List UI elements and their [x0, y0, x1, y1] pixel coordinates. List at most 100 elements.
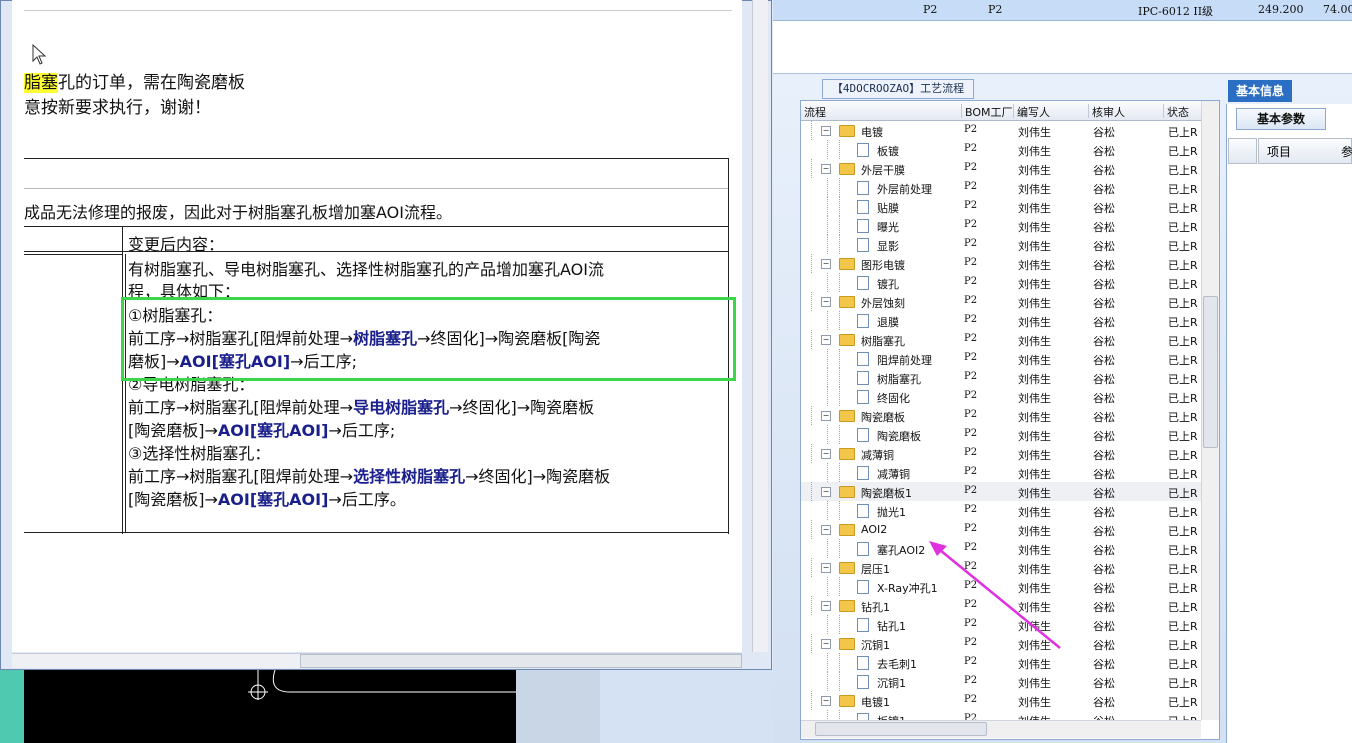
collapse-icon[interactable]: − — [821, 563, 831, 573]
tree-row[interactable]: − 外层干膜 P2 刘伟生 谷松 已上R — [801, 159, 1201, 178]
tree-row-reviewer: 谷松 — [1093, 164, 1115, 177]
tree-row-bom: P2 — [964, 428, 978, 439]
tree-row[interactable]: 镀孔 P2 刘伟生 谷松 已上R — [801, 273, 1201, 292]
tree-row[interactable]: 曝光 P2 刘伟生 谷松 已上R — [801, 216, 1201, 235]
header-writer[interactable]: 编写人 — [1013, 104, 1050, 119]
tree-row[interactable]: 沉铜1 P2 刘伟生 谷松 已上R — [801, 672, 1201, 691]
tree-row[interactable]: − 树脂塞孔 P2 刘伟生 谷松 已上R — [801, 330, 1201, 349]
tree-row[interactable]: 退膜 P2 刘伟生 谷松 已上R — [801, 311, 1201, 330]
order-grid-row[interactable]: P2 P2 IPC-6012 II级 249.200 74.00 — [773, 0, 1352, 21]
tree-row-reviewer: 谷松 — [1093, 449, 1115, 462]
tree-row-writer: 刘伟生 — [1018, 373, 1051, 386]
tree-row-reviewer: 谷松 — [1093, 563, 1115, 576]
tree-row[interactable]: 陶瓷磨板 P2 刘伟生 谷松 已上R — [801, 425, 1201, 444]
doc-section-2-line-1: 前工序→树脂塞孔[阻焊前处理→导电树脂塞孔→终固化]→陶瓷磨板 — [128, 398, 595, 417]
document-icon — [857, 580, 869, 594]
tree-row[interactable]: − 外层蚀刻 P2 刘伟生 谷松 已上R — [801, 292, 1201, 311]
header-reviewer[interactable]: 核审人 — [1088, 104, 1125, 119]
collapse-icon[interactable]: − — [821, 259, 831, 269]
tree-row-bom: P2 — [964, 219, 978, 230]
collapse-icon[interactable]: − — [821, 164, 831, 174]
tree-row-name: 钻孔1 — [861, 601, 890, 614]
tree-row[interactable]: 树脂塞孔 P2 刘伟生 谷松 已上R — [801, 368, 1201, 387]
tree-row[interactable]: 减薄铜 P2 刘伟生 谷松 已上R — [801, 463, 1201, 482]
collapse-icon[interactable]: − — [821, 335, 831, 345]
tree-row-name: 陶瓷磨板1 — [861, 487, 912, 500]
document-icon — [857, 542, 869, 556]
header-item[interactable]: 项目 参 — [1258, 138, 1352, 164]
tree-row-writer: 刘伟生 — [1018, 696, 1051, 709]
tree-row-writer: 刘伟生 — [1018, 297, 1051, 310]
tree-row[interactable]: − 电镀 P2 刘伟生 谷松 已上R — [801, 121, 1201, 140]
tree-row[interactable]: − AOI2 P2 刘伟生 谷松 已上R — [801, 520, 1201, 539]
tree-row-status: 已上R — [1168, 297, 1198, 310]
collapse-icon[interactable]: − — [821, 126, 831, 136]
tree-row[interactable]: 抛光1 P2 刘伟生 谷松 已上R — [801, 501, 1201, 520]
basic-params-tab[interactable]: 基本参数 — [1236, 108, 1326, 130]
tree-row-status: 已上R — [1168, 430, 1198, 443]
tree-row[interactable]: − 减薄铜 P2 刘伟生 谷松 已上R — [801, 444, 1201, 463]
tree-row-status: 已上R — [1168, 259, 1198, 272]
tree-row[interactable]: 阻焊前处理 P2 刘伟生 谷松 已上R — [801, 349, 1201, 368]
header-bom[interactable]: BOM工厂 — [961, 104, 1013, 119]
grid-cell-spec: IPC-6012 II级 — [1138, 5, 1214, 18]
tree-row-reviewer: 谷松 — [1093, 411, 1115, 424]
tree-row-status: 已上R — [1168, 563, 1198, 576]
collapse-icon[interactable]: − — [821, 449, 831, 459]
tree-row-name: 抛光1 — [877, 506, 906, 519]
tree-row[interactable]: − 电镀1 P2 刘伟生 谷松 已上R — [801, 691, 1201, 710]
tree-row-status: 已上R — [1168, 126, 1198, 139]
tree-vertical-scroll-thumb[interactable] — [1203, 296, 1218, 448]
document-icon — [857, 238, 869, 252]
tree-row[interactable]: 终固化 P2 刘伟生 谷松 已上R — [801, 387, 1201, 406]
collapse-icon[interactable]: − — [821, 525, 831, 535]
tree-row-status: 已上R — [1168, 354, 1198, 367]
collapse-icon[interactable]: − — [821, 696, 831, 706]
collapse-icon[interactable]: − — [821, 639, 831, 649]
collapse-icon[interactable]: − — [821, 601, 831, 611]
tree-row-status: 已上R — [1168, 544, 1198, 557]
tree-row[interactable]: − 陶瓷磨板 P2 刘伟生 谷松 已上R — [801, 406, 1201, 425]
document-icon — [857, 656, 869, 670]
document-horizontal-scroll-thumb[interactable] — [300, 654, 742, 668]
tree-row[interactable]: − 图形电镀 P2 刘伟生 谷松 已上R — [801, 254, 1201, 273]
tree-row-bom: P2 — [964, 447, 978, 458]
folder-icon — [839, 638, 855, 650]
tree-row-reviewer: 谷松 — [1093, 335, 1115, 348]
process-flow-tab[interactable]: 【4DOCROOZAO】工艺流程 — [822, 79, 974, 99]
tree-row-status: 已上R — [1168, 620, 1198, 633]
document-vertical-scrollbar[interactable] — [752, 0, 768, 652]
cad-viewport[interactable] — [0, 670, 516, 743]
tree-row[interactable]: 外层前处理 P2 刘伟生 谷松 已上R — [801, 178, 1201, 197]
collapse-icon[interactable]: − — [821, 411, 831, 421]
doc-section-2-line-2: [陶瓷磨板]→AOI[塞孔AOI]→后工序; — [128, 421, 396, 440]
tree-row-bom: P2 — [964, 200, 978, 211]
collapse-icon[interactable]: − — [821, 297, 831, 307]
header-flow[interactable]: 流程 — [801, 104, 826, 119]
tree-row[interactable]: 去毛刺1 P2 刘伟生 谷松 已上R — [801, 653, 1201, 672]
header-item-label: 项目 — [1267, 145, 1292, 159]
document-icon — [857, 352, 869, 366]
tree-row-writer: 刘伟生 — [1018, 164, 1051, 177]
collapse-icon[interactable]: − — [821, 487, 831, 497]
tree-row-reviewer: 谷松 — [1093, 658, 1115, 671]
tree-row-bom: P2 — [964, 333, 978, 344]
tree-row-bom: P2 — [964, 314, 978, 325]
tree-row[interactable]: 显影 P2 刘伟生 谷松 已上R — [801, 235, 1201, 254]
tree-row-writer: 刘伟生 — [1018, 468, 1051, 481]
tree-horizontal-scroll-thumb[interactable] — [815, 722, 987, 736]
tree-row[interactable]: 贴膜 P2 刘伟生 谷松 已上R — [801, 197, 1201, 216]
tree-row-status: 已上R — [1168, 373, 1198, 386]
tree-row-reviewer: 谷松 — [1093, 126, 1115, 139]
basic-info-tab[interactable]: 基本信息 — [1228, 80, 1292, 102]
tree-row-writer: 刘伟生 — [1018, 449, 1051, 462]
tree-row-name: 图形电镀 — [861, 259, 905, 272]
tree-row[interactable]: 板镀 P2 刘伟生 谷松 已上R — [801, 140, 1201, 159]
folder-icon — [839, 410, 855, 422]
tree-row-writer: 刘伟生 — [1018, 392, 1051, 405]
tree-row-reviewer: 谷松 — [1093, 582, 1115, 595]
tree-row-status: 已上R — [1168, 221, 1198, 234]
tree-row-reviewer: 谷松 — [1093, 373, 1115, 386]
tree-row[interactable]: − 陶瓷磨板1 P2 刘伟生 谷松 已上R — [801, 482, 1201, 501]
header-status[interactable]: 状态 — [1163, 104, 1189, 119]
